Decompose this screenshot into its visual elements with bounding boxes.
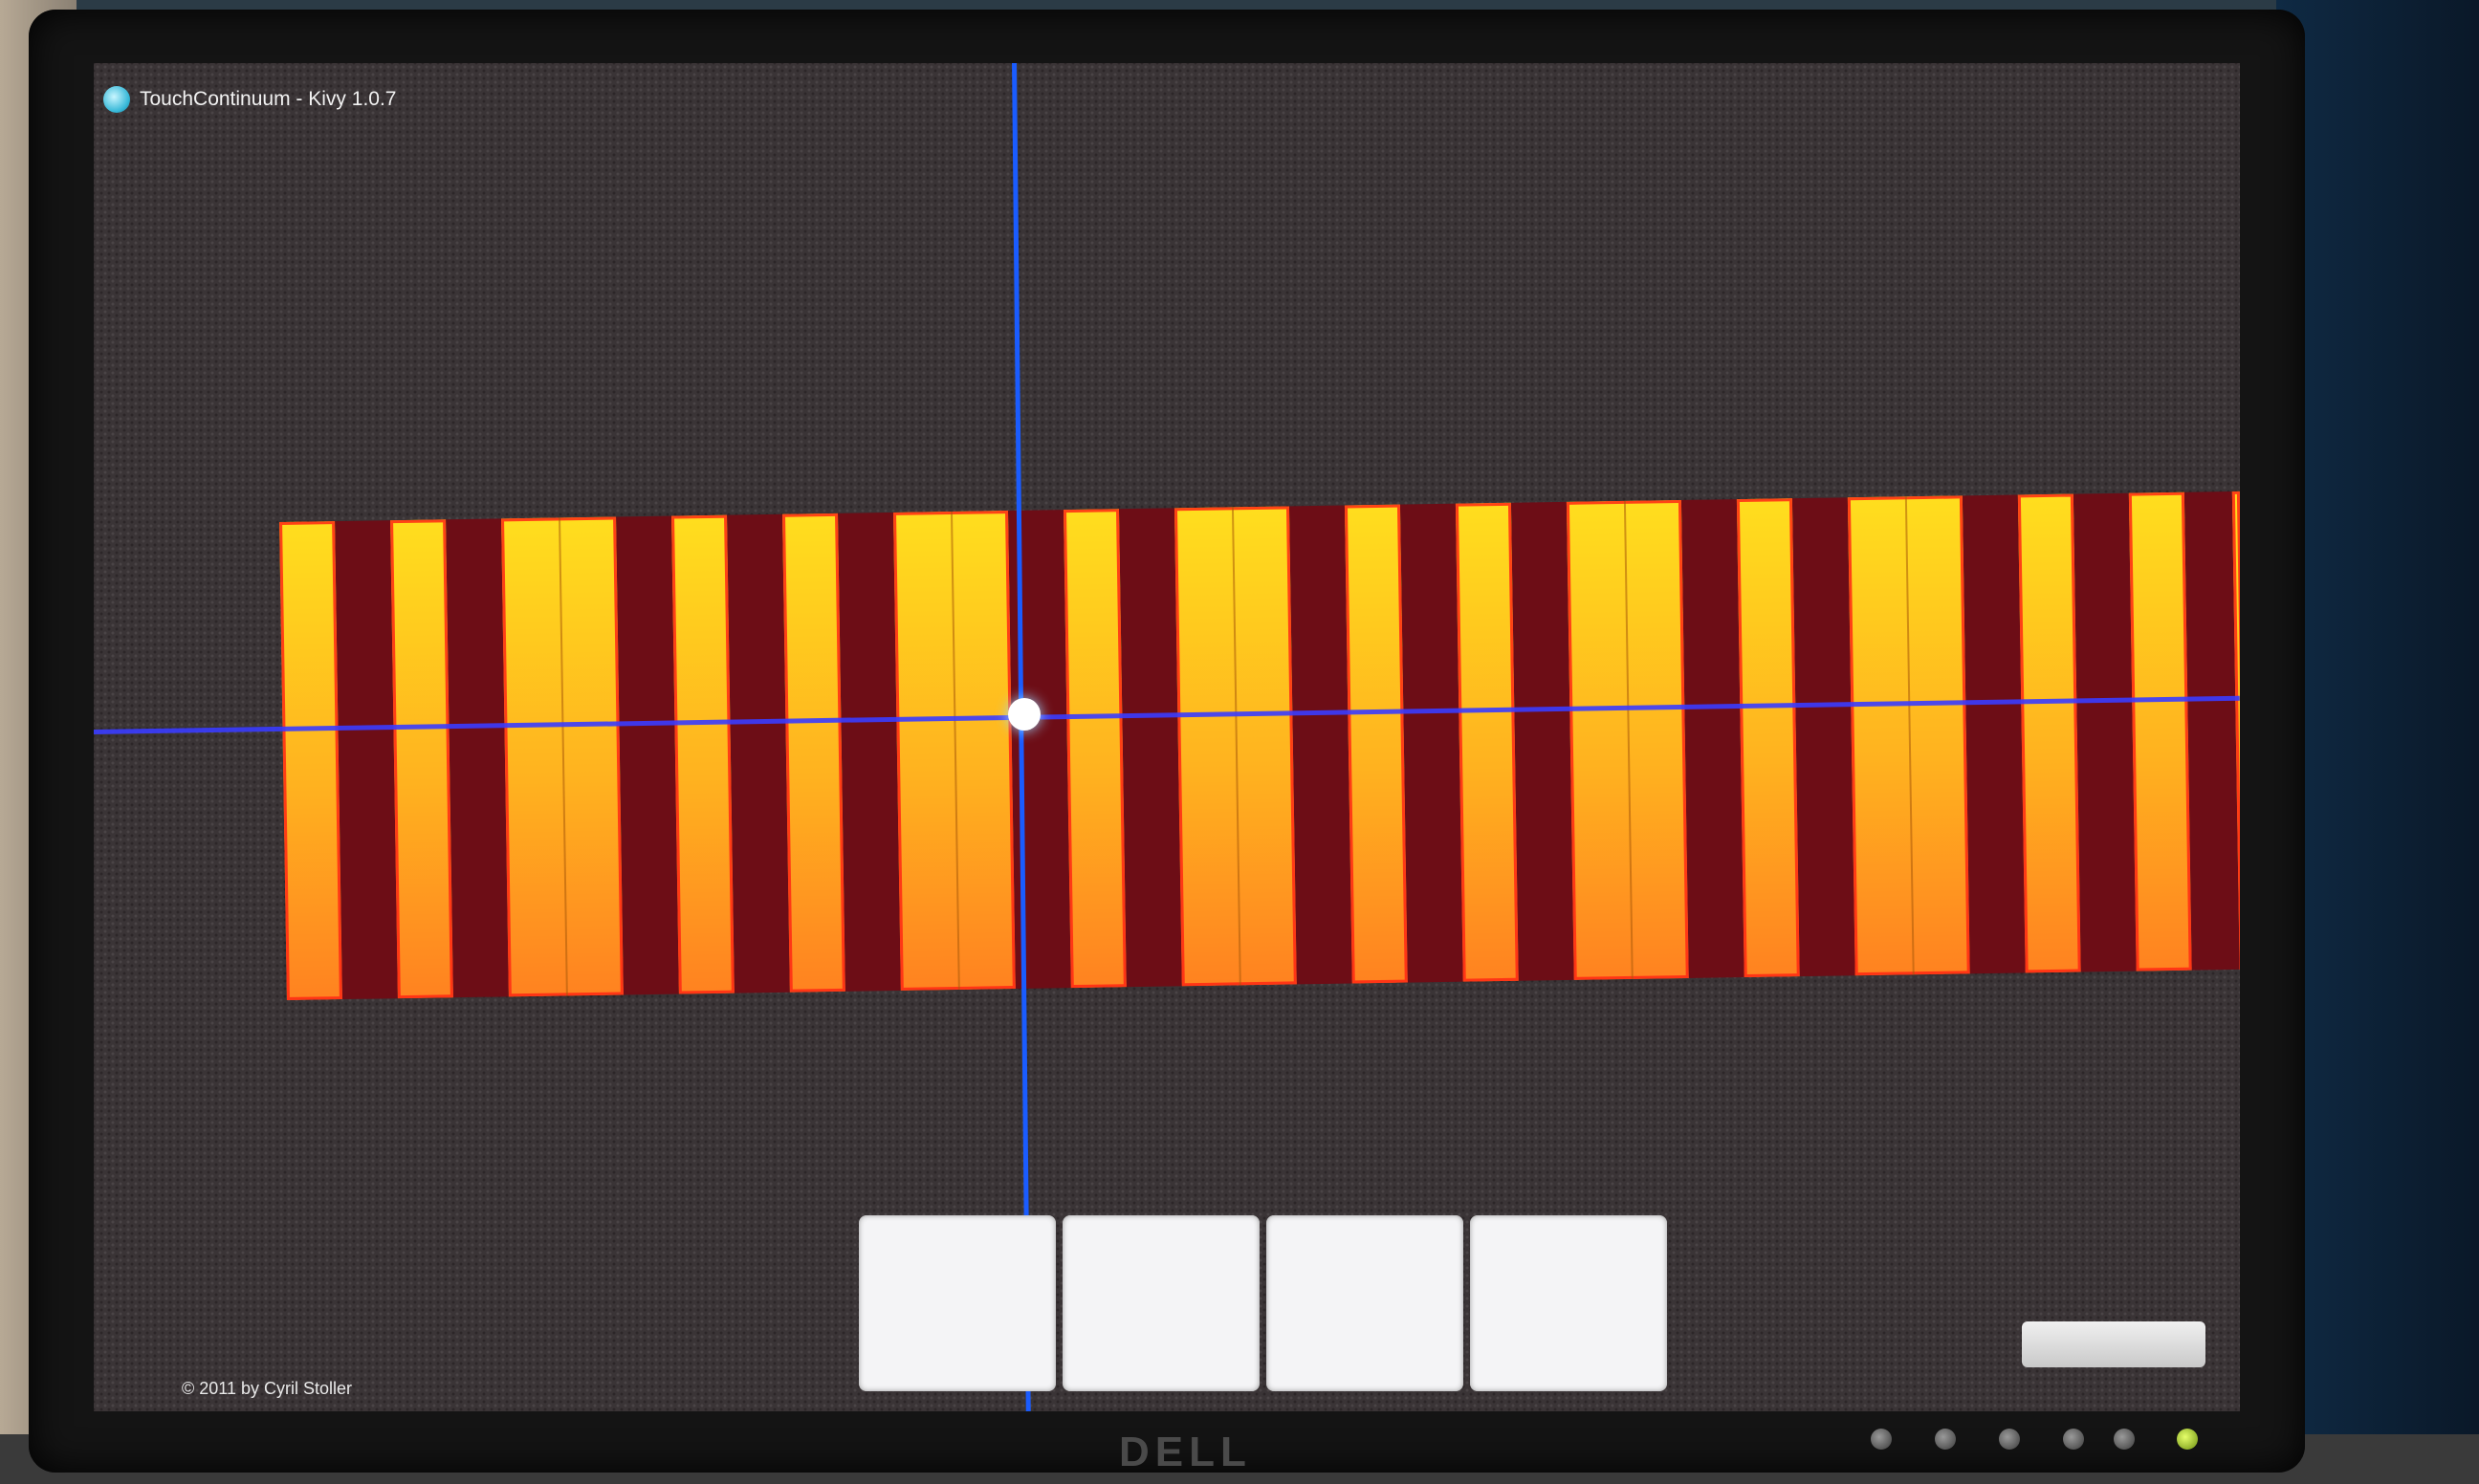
keyboard-key[interactable] [1566, 500, 1689, 980]
keyboard-key[interactable] [671, 514, 735, 994]
monitor-button-2[interactable] [1935, 1429, 1956, 1450]
mode-button-3[interactable] [1266, 1215, 1463, 1391]
monitor-button-5[interactable] [2114, 1429, 2135, 1450]
keyboard-key[interactable] [892, 511, 1016, 991]
title-bar: TouchContinuum - Kivy 1.0.7 [103, 86, 396, 113]
kivy-logo-icon [103, 86, 130, 113]
mode-button-1[interactable] [859, 1215, 1056, 1391]
monitor-menu-button[interactable] [1871, 1429, 1892, 1450]
keyboard-key[interactable] [2128, 491, 2192, 971]
keyboard-key[interactable] [1847, 495, 1970, 976]
keyboard-key[interactable] [279, 521, 342, 1000]
keyboard-key[interactable] [1063, 509, 1127, 989]
keyboard-key[interactable] [1455, 502, 1519, 982]
monitor-brand-logo: DELL [1119, 1429, 1252, 1475]
touch-keyboard[interactable] [279, 491, 2240, 1000]
keyboard-key-partial[interactable] [2231, 491, 2240, 970]
keyboard-key[interactable] [2017, 493, 2081, 973]
keyboard-key[interactable] [1736, 498, 1800, 978]
monitor-button-4[interactable] [2063, 1429, 2084, 1450]
background-right [2276, 0, 2479, 1484]
app-window: TouchContinuum - Kivy 1.0.7 © 2011 by Cy… [94, 63, 2240, 1411]
settings-button[interactable] [2022, 1321, 2205, 1367]
keyboard-key[interactable] [501, 516, 624, 997]
mode-button-4[interactable] [1470, 1215, 1667, 1391]
mode-button-2[interactable] [1063, 1215, 1260, 1391]
touch-point-indicator [1008, 698, 1041, 731]
keyboard-key[interactable] [782, 513, 845, 993]
keyboard-key[interactable] [390, 519, 453, 999]
keyboard-key[interactable] [1344, 504, 1408, 984]
power-button[interactable] [2177, 1429, 2198, 1450]
monitor-button-3[interactable] [1999, 1429, 2020, 1450]
copyright-text: © 2011 by Cyril Stoller [182, 1379, 352, 1398]
window-title: TouchContinuum - Kivy 1.0.7 [140, 88, 397, 110]
monitor-bezel: TouchContinuum - Kivy 1.0.7 © 2011 by Cy… [29, 10, 2305, 1475]
keyboard-key[interactable] [1174, 506, 1297, 987]
